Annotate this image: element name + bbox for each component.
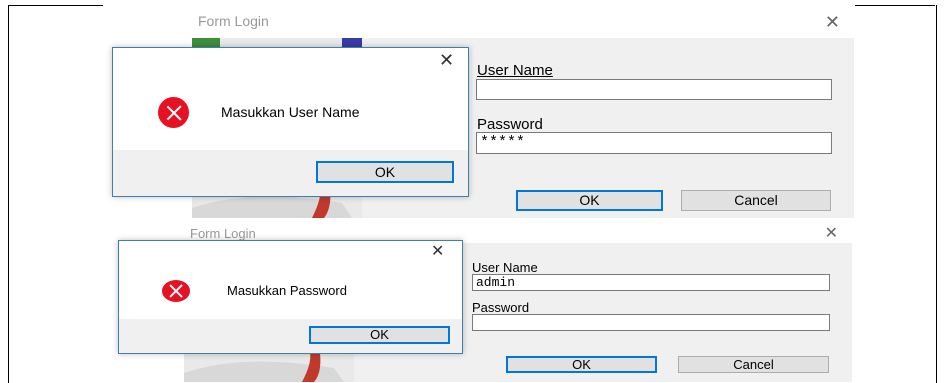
ok-button[interactable]: OK <box>516 190 663 211</box>
close-icon[interactable]: ✕ <box>439 50 454 71</box>
screenshot-password-error: Form Login ✕ User Name admin Password OK… <box>104 222 856 382</box>
close-icon[interactable]: ✕ <box>431 241 444 261</box>
error-icon <box>158 97 189 128</box>
window-title: Form Login <box>198 13 269 29</box>
password-field[interactable]: ***** <box>476 132 832 154</box>
window-title: Form Login <box>190 226 256 241</box>
password-label: Password <box>472 300 530 315</box>
dialog-footer: OK <box>113 150 468 196</box>
ok-button[interactable]: OK <box>506 356 657 373</box>
frame-rule-right <box>855 5 935 6</box>
username-label: User Name <box>477 62 553 79</box>
cancel-button[interactable]: Cancel <box>678 356 829 373</box>
close-icon[interactable]: ✕ <box>825 225 838 243</box>
dialog-message: Masukkan Password <box>227 283 347 298</box>
password-label: Password <box>477 116 543 133</box>
frame-rule-left <box>8 5 103 6</box>
close-icon[interactable]: ✕ <box>825 12 840 33</box>
screenshot-username-error: Form Login ✕ User Name Password ***** OK… <box>104 10 856 218</box>
dialog-ok-button[interactable]: OK <box>316 161 454 183</box>
error-dialog: ✕ Masukkan Password OK <box>118 240 463 354</box>
cancel-button[interactable]: Cancel <box>681 190 831 211</box>
username-field[interactable] <box>476 79 832 100</box>
username-field[interactable]: admin <box>472 274 830 291</box>
window-titlebar: Form Login ✕ <box>192 10 854 38</box>
error-dialog: ✕ Masukkan User Name OK <box>112 47 469 197</box>
dialog-ok-button[interactable]: OK <box>309 326 450 344</box>
username-label: User Name <box>472 260 538 275</box>
error-icon <box>162 280 190 302</box>
dialog-message: Masukkan User Name <box>221 104 360 120</box>
password-field[interactable] <box>472 314 830 331</box>
dialog-footer: OK <box>119 319 462 353</box>
